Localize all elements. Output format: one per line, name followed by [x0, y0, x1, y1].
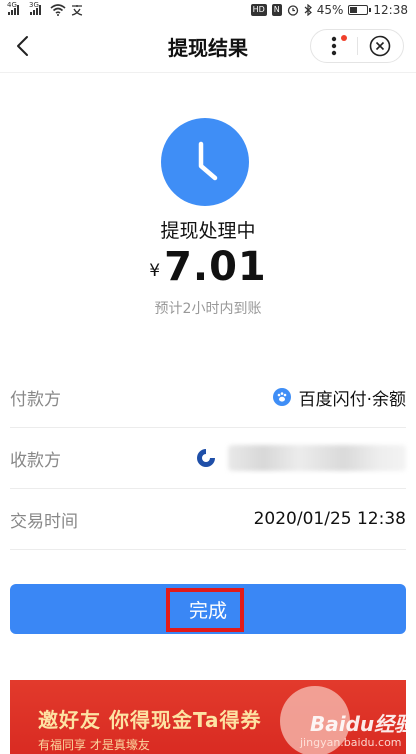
watermark-logo: Baidu经验 — [310, 712, 406, 736]
alarm-icon — [287, 5, 298, 16]
watermark-url: jingyan.baidu.com — [300, 736, 402, 749]
nav-bar: 提现结果 — [0, 20, 416, 72]
currency-symbol: ¥ — [149, 261, 161, 281]
notification-dot — [340, 35, 347, 41]
wifi-icon — [50, 4, 66, 16]
battery-icon — [348, 5, 372, 15]
banner-subline: 有福同享 才是真壕友 — [38, 738, 150, 752]
payer-value-wrap: 百度闪付·余额 — [272, 385, 406, 410]
banner-headline: 邀好友 你得现金Ta得券 — [38, 708, 262, 732]
close-button[interactable] — [357, 30, 403, 62]
hd-badge: HD — [250, 4, 267, 16]
signal-icon-2: 3G — [29, 1, 41, 15]
payer-value: 百度闪付·余额 — [298, 389, 406, 410]
withdraw-amount: ¥7.01 — [0, 244, 416, 290]
nav-divider — [0, 72, 416, 73]
arrival-estimate: 预计2小时内到账 — [154, 301, 262, 317]
time-row: 交易时间 2020/01/25 12:38 — [10, 489, 406, 549]
payee-value-wrap — [196, 445, 406, 471]
baidu-watermark: Baidu经验 jingyan.baidu.com — [296, 700, 406, 754]
page-title: 提现结果 — [168, 35, 248, 60]
mini-program-capsule — [310, 29, 404, 63]
highlight-box — [166, 588, 244, 632]
payer-label: 付款方 — [10, 389, 61, 410]
amount-value: 7.01 — [164, 244, 267, 290]
more-icon — [331, 36, 336, 56]
time-label: 交易时间 — [10, 511, 78, 532]
nfc-badge: N — [271, 4, 282, 16]
signal-icon: 4G — [7, 1, 19, 15]
close-icon — [369, 35, 391, 57]
payee-row: 收款方 — [10, 428, 406, 488]
payee-redacted — [228, 445, 406, 471]
withdraw-status: 提现处理中 — [160, 220, 256, 242]
row-divider — [10, 549, 406, 550]
payer-row: 付款方 百度闪付·余额 — [10, 367, 406, 427]
payee-label: 收款方 — [10, 450, 61, 471]
more-button[interactable] — [311, 30, 357, 62]
invite-banner[interactable]: 邀好友 你得现金Ta得券 有福同享 才是真壕友 Baidu经验 jingyan.… — [10, 680, 406, 754]
translate-icon — [71, 5, 83, 16]
bank-logo-icon — [197, 449, 215, 467]
status-time: 12:38 — [373, 3, 408, 17]
status-bar: 4G 3G HD N 45% 12:38 — [0, 0, 416, 20]
battery-percent: 45% — [316, 3, 344, 17]
pending-clock-icon — [161, 118, 249, 206]
time-value: 2020/01/25 12:38 — [253, 509, 406, 529]
bluetooth-icon — [304, 4, 312, 16]
back-icon[interactable] — [12, 34, 36, 58]
baidu-paw-icon — [272, 388, 291, 406]
